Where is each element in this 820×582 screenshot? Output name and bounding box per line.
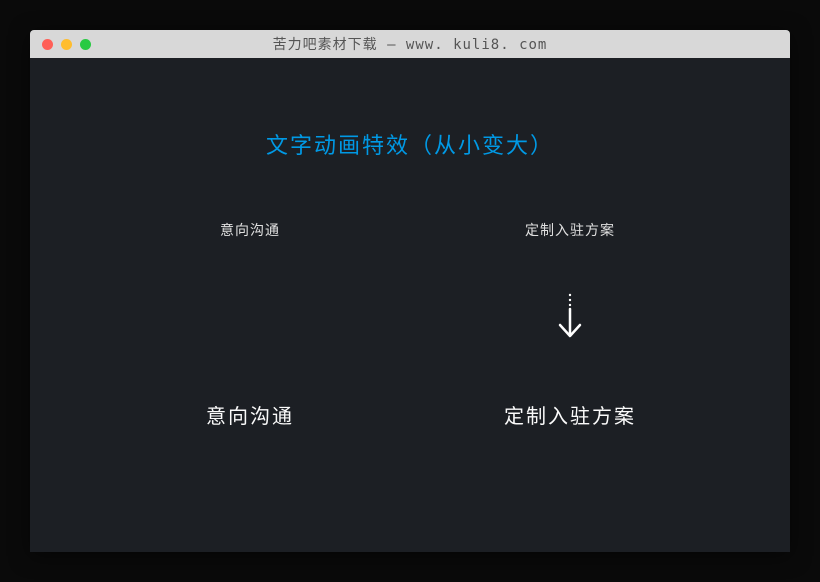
- label-small-right: 定制入驻方案: [525, 220, 615, 240]
- app-window: 苦力吧素材下载 — www. kuli8. com 文字动画特效（从小变大） 意…: [30, 30, 790, 552]
- label-large-right: 定制入驻方案: [504, 400, 636, 429]
- page-title: 文字动画特效（从小变大）: [90, 128, 730, 160]
- arrow-down-icon: [555, 293, 585, 348]
- window-titlebar: 苦力吧素材下载 — www. kuli8. com: [30, 30, 790, 58]
- arrow-cell: [555, 290, 585, 350]
- label-small-left: 意向沟通: [220, 220, 280, 240]
- window-title: 苦力吧素材下载 — www. kuli8. com: [30, 34, 790, 54]
- demo-grid: 意向沟通 定制入驻方案 意向沟通 定制入驻方案: [90, 220, 730, 429]
- label-large-left: 意向沟通: [206, 400, 294, 429]
- content-area: 文字动画特效（从小变大） 意向沟通 定制入驻方案 意向沟通 定制入驻方案: [30, 58, 790, 552]
